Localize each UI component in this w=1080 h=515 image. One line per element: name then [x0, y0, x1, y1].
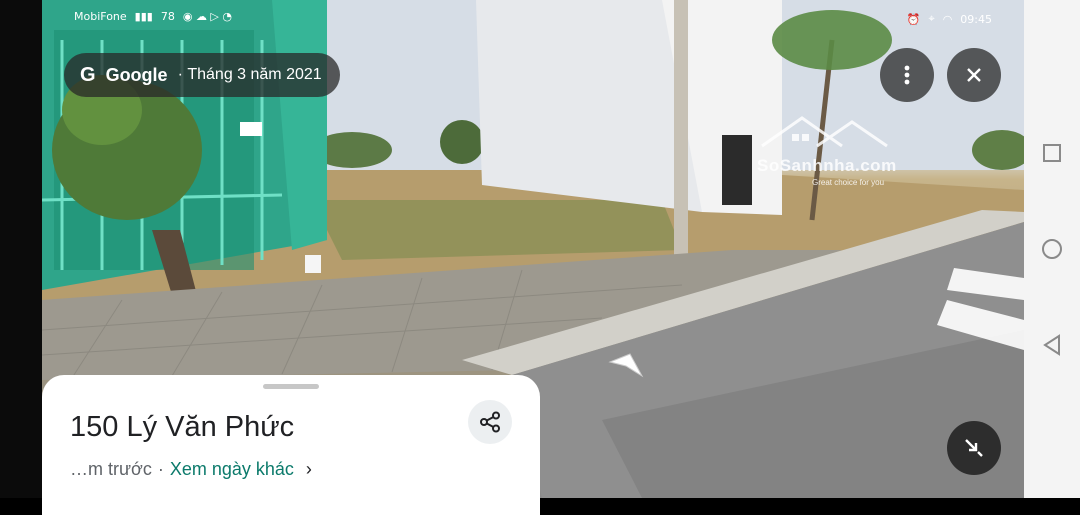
location-icon: ⌖: [928, 12, 935, 25]
share-icon: [480, 411, 500, 433]
home-button[interactable]: [1041, 238, 1063, 260]
imagery-brand: Google: [105, 64, 168, 85]
recent-apps-button[interactable]: [1041, 142, 1063, 164]
left-edge: [0, 0, 42, 498]
share-button[interactable]: [468, 400, 512, 444]
carrier-label: MobiFone: [74, 10, 127, 23]
home-icon: [1042, 239, 1062, 259]
watermark-logo: SoSanhnha.com Great choice for you: [747, 112, 927, 192]
notification-icons: ◉ ☁ ▷ ◔: [182, 10, 232, 23]
wifi-icon: ◠: [942, 12, 953, 26]
chevron-right-icon[interactable]: ›: [306, 459, 312, 480]
more-options-button[interactable]: [880, 48, 934, 102]
google-g-icon: G: [80, 63, 96, 86]
android-navigation-bar: [1024, 0, 1080, 498]
exit-fullscreen-icon: [965, 439, 983, 457]
battery-level: 78: [160, 10, 175, 23]
imagery-date: · Tháng 3 năm 2021: [177, 66, 322, 83]
clock: 09:45: [960, 12, 992, 26]
see-other-dates-link[interactable]: Xem ngày khác: [170, 459, 294, 480]
place-bottom-sheet[interactable]: 150 Lý Văn Phức …m trước · Xem ngày khác…: [42, 375, 540, 515]
back-button[interactable]: [1041, 334, 1063, 356]
watermark-name: SoSanhnha.com: [757, 156, 897, 175]
close-icon: [967, 68, 981, 82]
imagery-date-text: Tháng 3 năm 2021: [187, 66, 322, 83]
place-title: 150 Lý Văn Phức: [70, 411, 295, 443]
more-vert-icon: [904, 65, 910, 85]
watermark-tagline: Great choice for you: [812, 178, 885, 187]
back-icon: [1043, 334, 1060, 356]
close-button[interactable]: [947, 48, 1001, 102]
imagery-info-chip[interactable]: G Google · Tháng 3 năm 2021: [64, 53, 340, 97]
signal-icon: ▮▮▮: [134, 10, 153, 23]
imagery-date-row: …m trước · Xem ngày khác ›: [70, 459, 312, 480]
alarm-icon: ⏰: [906, 12, 921, 26]
navigation-arrow-icon[interactable]: [608, 350, 644, 380]
separator-dot: ·: [157, 459, 164, 479]
recent-apps-icon: [1043, 144, 1061, 162]
sheet-drag-handle[interactable]: [263, 384, 319, 389]
house-logo-icon: [761, 116, 888, 148]
exit-fullscreen-button[interactable]: [947, 421, 1001, 475]
time-ago-label: …m trước: [70, 459, 152, 479]
status-bar: MobiFone ▮▮▮ 78 ◉ ☁ ▷ ◔ ⏰ ⌖ ◠ 09:45: [42, 0, 1024, 40]
